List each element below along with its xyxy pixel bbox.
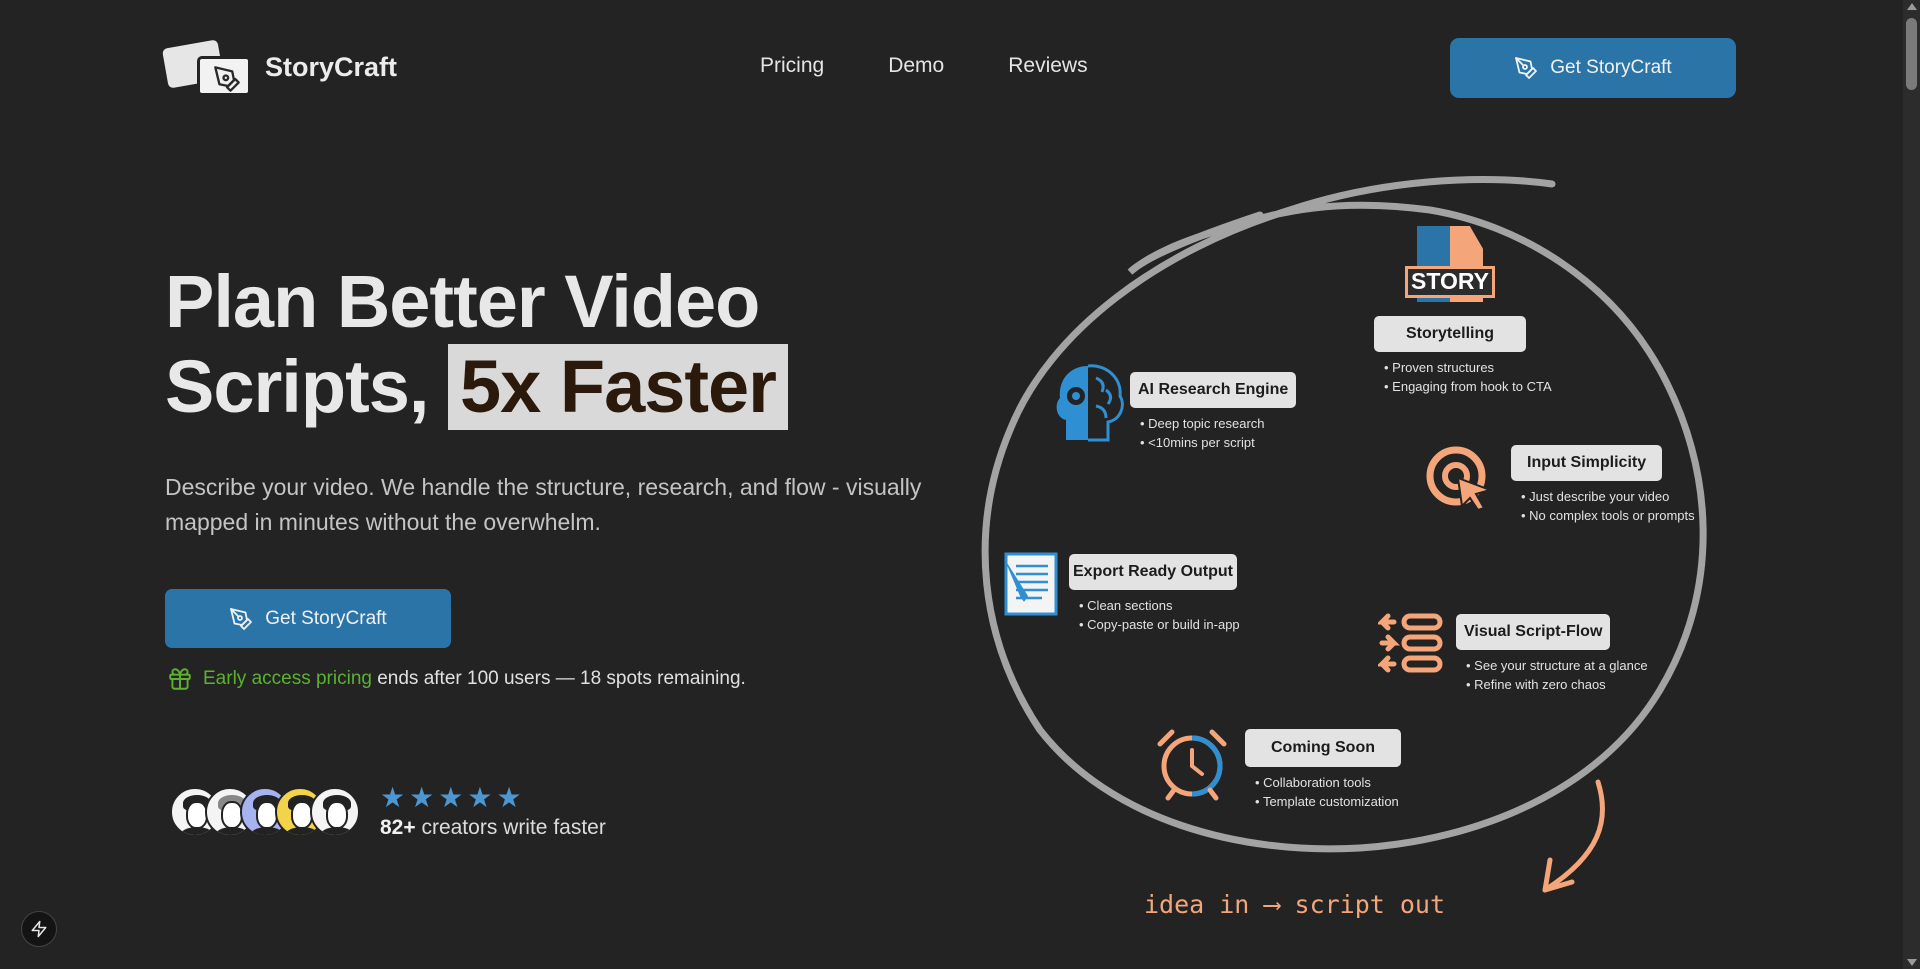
feature-bullet: See your structure at a glance: [1466, 656, 1647, 675]
early-access-rest: ends after 100 users — 18 spots remainin…: [371, 668, 746, 689]
nav-link-demo[interactable]: Demo: [888, 54, 944, 78]
feature-bullet: Copy-paste or build in-app: [1079, 615, 1239, 634]
feature-bullet: No complex tools or prompts: [1521, 506, 1694, 525]
top-nav: StoryCraft Pricing Demo Reviews Get Stor…: [0, 0, 1900, 136]
feature-bullet: Collaboration tools: [1255, 773, 1401, 792]
hero-title-highlight: 5x Faster: [448, 344, 788, 430]
star-icon: ★: [409, 782, 435, 813]
early-access-highlight: Early access pricing: [203, 668, 372, 689]
brain-gear-icon: [1056, 364, 1124, 442]
feature-export-ready-output: Export Ready Output Clean sections Copy-…: [1069, 554, 1240, 634]
feature-input-simplicity: Input Simplicity Just describe your vide…: [1511, 445, 1695, 525]
feature-label: Export Ready Output: [1069, 554, 1238, 590]
nav-link-reviews[interactable]: Reviews: [1008, 54, 1087, 78]
avatar: [310, 787, 360, 837]
brand-logo[interactable]: StoryCraft: [161, 38, 398, 96]
nav-cta-label: Get StoryCraft: [1550, 57, 1672, 78]
flow-list-icon: [1378, 613, 1443, 673]
feature-label: Storytelling: [1374, 316, 1527, 352]
gift-icon: [169, 668, 191, 690]
creators-count-line: 82+ creators write faster: [380, 816, 606, 840]
story-icon: STORY: [1405, 226, 1495, 316]
rating-stars: ★ ★ ★ ★ ★: [380, 784, 606, 812]
curved-arrow: [1542, 779, 1606, 893]
document-pencil-icon: [1004, 552, 1058, 616]
creators-text: creators write faster: [415, 816, 606, 839]
hero-get-storycraft-button[interactable]: Get StoryCraft: [165, 589, 451, 648]
scroll-down-arrow-icon[interactable]: [1907, 959, 1917, 966]
hero-title-line2: Scripts,: [165, 345, 448, 428]
feature-ai-research-engine: AI Research Engine Deep topic research <…: [1130, 372, 1297, 452]
feature-bullet: <10mins per script: [1140, 433, 1296, 452]
feature-bullet: Deep topic research: [1140, 414, 1296, 433]
scroll-up-arrow-icon[interactable]: [1907, 3, 1917, 10]
creators-count: 82+: [380, 816, 416, 839]
feature-storytelling: Storytelling Proven structures Engaging …: [1374, 316, 1552, 396]
star-icon: ★: [496, 782, 522, 813]
feature-bullet: Clean sections: [1079, 596, 1240, 615]
storycraft-logo-icon: [161, 38, 253, 96]
brand-name: StoryCraft: [265, 51, 398, 82]
vertical-scrollbar[interactable]: [1903, 0, 1920, 969]
avatar-group: [170, 787, 360, 837]
feature-bullet: Refine with zero chaos: [1466, 675, 1648, 694]
feature-coming-soon: Coming Soon Collaboration tools Template…: [1245, 729, 1401, 811]
nav-links: Pricing Demo Reviews: [760, 54, 1088, 78]
hero-cta-label: Get StoryCraft: [265, 607, 387, 629]
target-cursor-icon: [1426, 446, 1494, 512]
star-icon: ★: [438, 782, 464, 813]
feature-label: Visual Script-Flow: [1456, 614, 1611, 650]
social-proof: ★ ★ ★ ★ ★ 82+ creators write faster: [170, 784, 606, 840]
floating-action-button[interactable]: [21, 911, 57, 947]
feature-visual-script-flow: Visual Script-Flow See your structure at…: [1456, 614, 1648, 694]
pen-icon: [1515, 57, 1538, 79]
hero-title-line1: Plan Better Video: [165, 260, 760, 343]
tagline: idea in ⟶ script out: [1144, 890, 1446, 919]
lightning-bolt-icon: [31, 920, 47, 938]
pen-icon: [230, 607, 253, 630]
feature-bullet: Template customization: [1255, 792, 1401, 811]
star-icon: ★: [467, 782, 493, 813]
feature-label: Input Simplicity: [1511, 445, 1663, 481]
story-icon-text: STORY: [1411, 268, 1489, 294]
alarm-clock-icon: [1157, 729, 1227, 801]
nav-get-storycraft-button[interactable]: Get StoryCraft: [1450, 38, 1736, 98]
scrollbar-thumb[interactable]: [1906, 18, 1917, 90]
feature-label: AI Research Engine: [1130, 372, 1297, 408]
early-access-note: Early access pricing ends after 100 user…: [167, 666, 746, 692]
feature-bullet: Engaging from hook to CTA: [1384, 377, 1551, 396]
feature-label: Coming Soon: [1245, 729, 1401, 767]
feature-bullet: Proven structures: [1384, 358, 1552, 377]
nav-link-pricing[interactable]: Pricing: [760, 54, 824, 78]
hero-subtitle: Describe your video. We handle the struc…: [165, 474, 922, 535]
star-icon: ★: [380, 782, 406, 813]
feature-bullet: Just describe your video: [1521, 487, 1695, 506]
hero-title: Plan Better Video Scripts, 5x Faster: [165, 260, 788, 430]
